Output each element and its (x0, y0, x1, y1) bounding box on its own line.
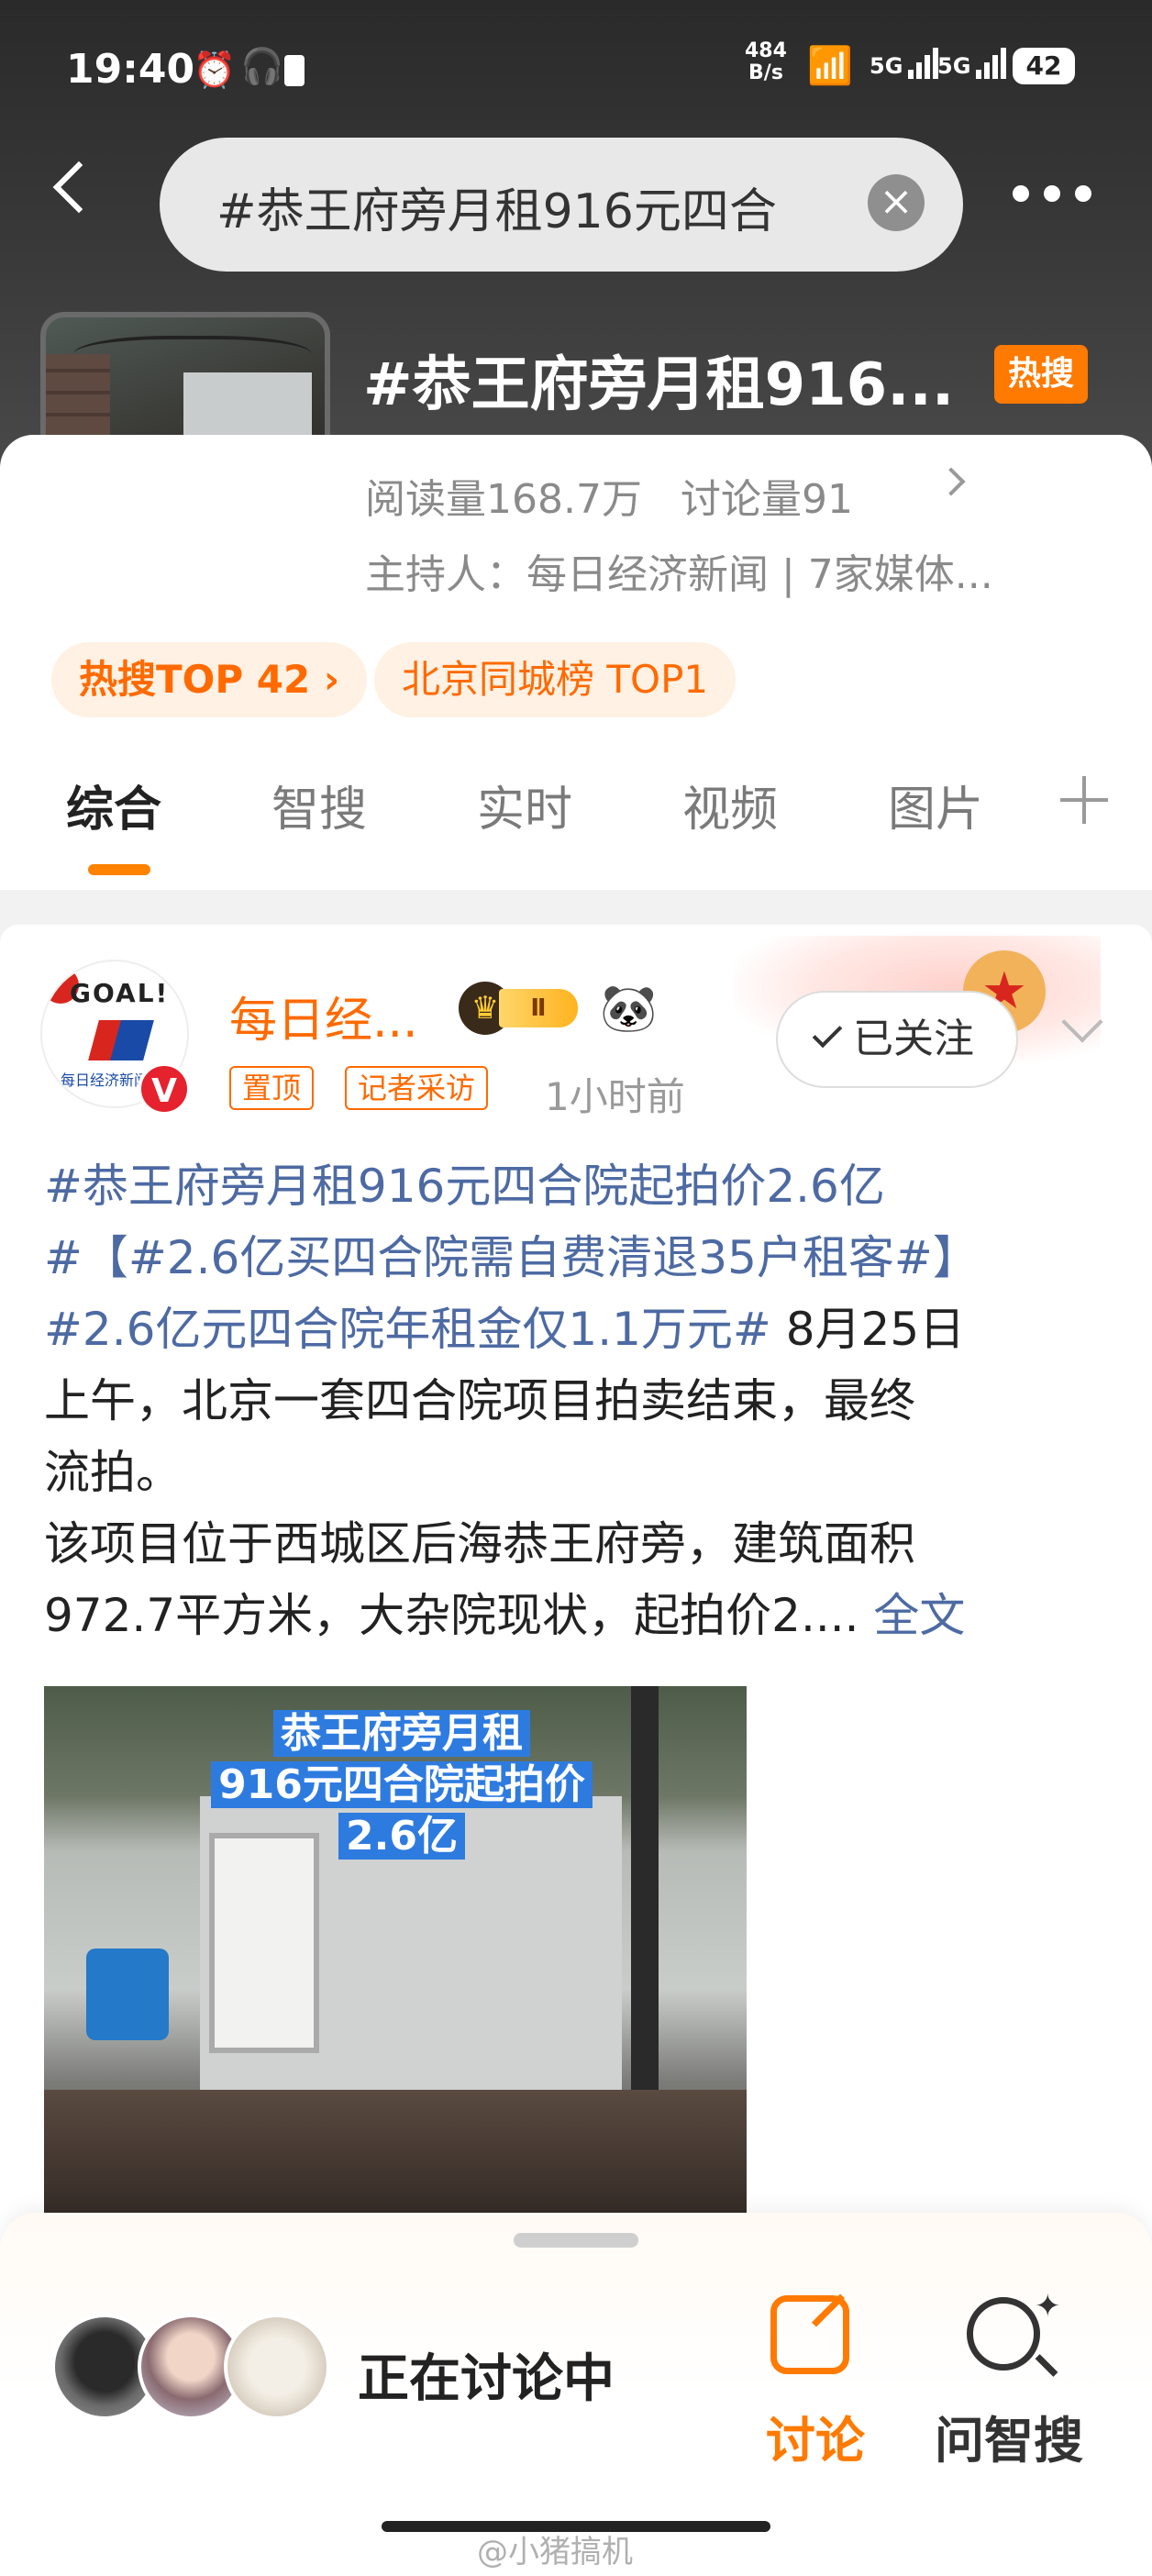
read-count: 阅读量168.7万 (365, 476, 642, 523)
post-line: #【#2.6亿买四合院需自费清退35户租客#】 (44, 1222, 1117, 1294)
headset-icon: 🎧 (240, 46, 284, 86)
city-rank-chip[interactable]: 北京同城榜 TOP1 (374, 642, 737, 717)
panda-icon: 🐼 (600, 982, 658, 1035)
post-text[interactable]: #恭王府旁月租916元四合院起拍价2.6亿 #【#2.6亿买四合院需自费清退35… (44, 1150, 1117, 1651)
active-tab-indicator (88, 864, 150, 875)
battery-saver-icon (284, 55, 305, 86)
full-text-link[interactable]: 全文 (873, 1589, 965, 1642)
author-name[interactable]: 每日经... (229, 982, 418, 1050)
news-logo-icon (88, 1020, 154, 1060)
image-caption: 恭王府旁月租 916元四合院起拍价 2.6亿 (154, 1708, 649, 1862)
ask-smart-search-button[interactable]: ✦ 问智搜 (908, 2288, 1110, 2499)
post-line: #2.6亿元四合院年租金仅1.1万元# 8月25日 (44, 1303, 966, 1356)
discussion-count: 讨论量91 (680, 476, 853, 523)
hot-badge: 热搜 (994, 345, 1088, 404)
tab-images[interactable]: 图片 (888, 771, 983, 839)
avatar-text: GOAL! (70, 978, 170, 1008)
chevron-right-icon[interactable] (936, 467, 966, 496)
status-bar: 19:40 ⏰ 🎧 484 B/s 📶 5G 5G 42 (0, 37, 1152, 110)
tab-bar: 综合 智搜 实时 视频 图片 (0, 771, 1152, 872)
add-tab-icon[interactable] (1060, 776, 1108, 824)
check-icon (812, 1017, 843, 1049)
search-icon (967, 2297, 1040, 2371)
topic-stats[interactable]: 阅读量168.7万 讨论量91 (365, 466, 879, 525)
topic-info-card: 阅读量168.7万 讨论量91 主持人：每日经济新闻 | 7家媒体... 热搜T… (0, 435, 1152, 890)
hashtag-link[interactable]: #2.6亿元四合院年租金仅1.1万元# (44, 1303, 771, 1356)
tab-comprehensive[interactable]: 综合 (66, 771, 161, 839)
post-line: 972.7平方米，大杂院现状，起拍价2.... 全文 (44, 1589, 966, 1642)
pinned-tag: 置顶 (229, 1066, 315, 1110)
status-time: 19:40 (66, 46, 195, 93)
battery-icon: 42 (1013, 48, 1075, 84)
post-line: 上午，北京一套四合院项目拍卖结束，最终 (44, 1374, 915, 1427)
post-time: 1小时前 (545, 1074, 685, 1119)
post-line: #恭王府旁月租916元四合院起拍价2.6亿 (44, 1150, 1117, 1222)
sparkle-icon: ✦ (1035, 2288, 1061, 2325)
signal-icon: 5G (870, 48, 941, 79)
watermark: @小猪搞机 (477, 2534, 633, 2570)
wifi-icon: 📶 (807, 45, 853, 87)
post-line: 流拍。 (44, 1446, 182, 1499)
hashtag-link[interactable]: #【#2.6亿买四合院需自费清退35户租客#】 (44, 1231, 979, 1284)
post-line: 该项目位于西城区后海恭王府旁，建筑面积 (44, 1517, 915, 1571)
net-speed: 484 B/s (745, 39, 787, 84)
tab-video[interactable]: 视频 (682, 771, 778, 839)
clear-icon[interactable]: × (868, 174, 925, 231)
avatar-logo-text: 每日经济新闻 (61, 1071, 150, 1089)
topic-title: #恭王府旁月租916... (363, 351, 955, 419)
verified-badge: V (138, 1062, 191, 1116)
post-image[interactable]: 恭王府旁月租 916元四合院起拍价 2.6亿 (44, 1686, 747, 2237)
hot-search-rank-chip[interactable]: 热搜TOP 42 › (51, 642, 368, 717)
search-input[interactable]: #恭王府旁月租916元四合 × (160, 138, 963, 272)
topic-header: 19:40 ⏰ 🎧 484 B/s 📶 5G 5G 42 #恭王府旁月租916元四… (0, 0, 1152, 605)
topic-host[interactable]: 主持人：每日经济新闻 | 7家媒体... (365, 541, 1080, 600)
avatar (224, 2314, 330, 2420)
signal-icon: 5G (937, 48, 1009, 79)
tab-smart-search[interactable]: 智搜 (271, 771, 367, 839)
follow-button[interactable]: 已关注 (776, 991, 1018, 1088)
tab-realtime[interactable]: 实时 (477, 771, 572, 839)
alarm-icon: ⏰ (193, 50, 237, 90)
member-level-badge[interactable]: ♛ Ⅱ (459, 982, 578, 1035)
search-query[interactable]: #恭王府旁月租916元四合 (216, 172, 822, 241)
level-rank: Ⅱ (499, 989, 578, 1027)
drag-handle[interactable] (514, 2233, 638, 2248)
edit-icon (770, 2295, 849, 2374)
more-icon[interactable] (1013, 180, 1093, 207)
hashtag-link[interactable]: #恭王府旁月租916元四合院起拍价2.6亿 (44, 1160, 885, 1213)
reporter-interview-tag: 记者采访 (345, 1066, 489, 1110)
discussing-label[interactable]: 正在讨论中 (358, 2337, 615, 2412)
discuss-button[interactable]: 讨论 (747, 2288, 884, 2499)
back-arrow-icon[interactable] (48, 161, 97, 211)
